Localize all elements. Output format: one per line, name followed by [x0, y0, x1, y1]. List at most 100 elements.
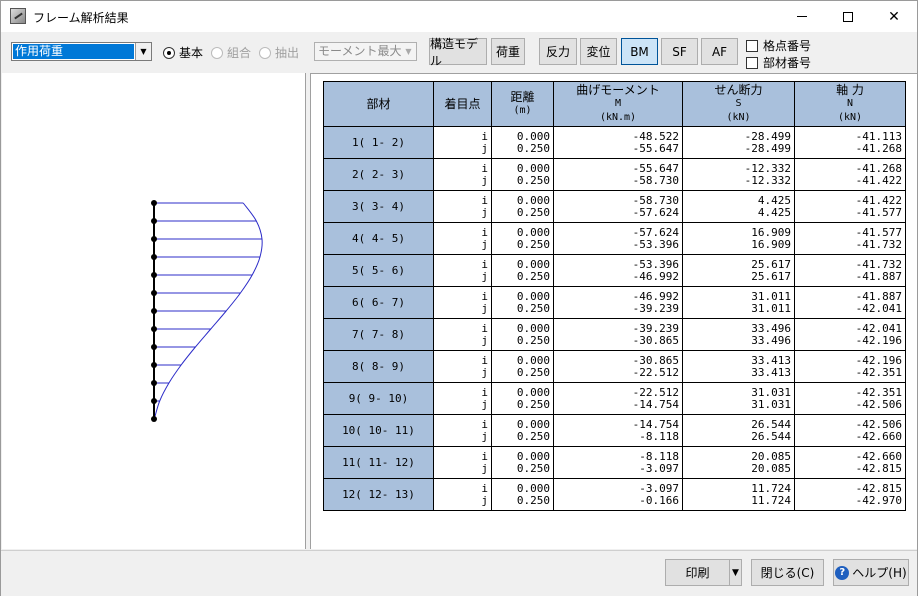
radio-combination-label: 組合 — [227, 46, 252, 60]
axial-cell: -42.815 -42.970 — [794, 478, 906, 511]
point-cell: i j — [433, 446, 492, 479]
frame-node — [151, 272, 157, 278]
maximize-button[interactable] — [825, 1, 871, 32]
moment-cell: -53.396 -46.992 — [553, 254, 683, 287]
window-title: フレーム解析結果 — [33, 11, 129, 25]
axial-cell: -41.113 -41.268 — [794, 126, 906, 159]
shear-cell: 33.413 33.413 — [682, 350, 795, 383]
chevron-down-icon[interactable]: ▼ — [135, 43, 151, 60]
help-label: ヘルプ(H) — [852, 566, 907, 580]
table-row: 5( 5- 6) i j 0.000 0.250 -53.396 -46.992 25.… — [323, 254, 906, 287]
structure-model-button[interactable]: 構造モデル — [429, 37, 487, 68]
bending-moment-diagram — [151, 200, 263, 422]
node-number-label: 格点番号 — [763, 39, 812, 53]
table-row: 12( 12- 13) i j 0.000 0.250 -3.097 -0.166 11… — [323, 478, 906, 511]
frame-result-window: フレーム解析結果 ✕ 作用荷重 ▼ 基本 組合 抽出 モーメント最大 ▼ 構造モ… — [0, 0, 918, 596]
table-row: 8( 8- 9) i j 0.000 0.250 -30.865 -22.512 33.… — [323, 350, 906, 383]
radio-combination[interactable]: 組合 — [211, 44, 251, 61]
frame-node — [151, 398, 157, 404]
print-dropdown-button[interactable]: ▼ — [729, 559, 742, 586]
frame-node — [151, 308, 157, 314]
frame-node — [151, 362, 157, 368]
radio-basic-label: 基本 — [179, 46, 204, 60]
node-number-checkbox[interactable]: 格点番号 — [746, 37, 811, 54]
axial-cell: -42.196 -42.351 — [794, 350, 906, 383]
diagram-pane — [2, 73, 305, 549]
frame-node — [151, 380, 157, 386]
member-cell: 10( 10- 11) — [323, 414, 434, 447]
header-distance: 距離 (m) — [491, 81, 554, 127]
member-cell: 11( 11- 12) — [323, 446, 434, 479]
close-window-button[interactable]: ✕ — [871, 1, 917, 32]
moment-cell: -3.097 -0.166 — [553, 478, 683, 511]
point-cell: i j — [433, 190, 492, 223]
load-case-select[interactable]: 作用荷重 ▼ — [11, 42, 152, 61]
radio-extract[interactable]: 抽出 — [259, 44, 299, 61]
results-body: 1( 1- 2) i j 0.000 0.250 -48.522 -55.647 -28… — [323, 126, 906, 511]
distance-cell: 0.000 0.250 — [491, 414, 554, 447]
radio-combination-dot — [211, 46, 223, 59]
radio-basic-dot — [163, 46, 175, 59]
shear-cell: 11.724 11.724 — [682, 478, 795, 511]
moment-cell: -58.730 -57.624 — [553, 190, 683, 223]
chevron-down-icon: ▼ — [732, 567, 739, 578]
extract-type-select[interactable]: モーメント最大 ▼ — [314, 42, 417, 61]
moment-cell: -55.647 -58.730 — [553, 158, 683, 191]
distance-cell: 0.000 0.250 — [491, 254, 554, 287]
header-moment: 曲げモーメント M (kN.m) — [553, 81, 683, 127]
moment-cell: -8.118 -3.097 — [553, 446, 683, 479]
point-cell: i j — [433, 350, 492, 383]
minimize-button[interactable] — [779, 1, 825, 32]
sf-button[interactable]: SF — [661, 38, 698, 65]
point-cell: i j — [433, 158, 492, 191]
close-icon: ✕ — [888, 8, 900, 25]
table-row: 2( 2- 3) i j 0.000 0.250 -55.647 -58.730 -12… — [323, 158, 906, 191]
results-table: 部材 着目点 距離 (m) 曲げモーメント M (kN.m) せん断力 S (kN) 軸 … — [323, 81, 906, 511]
shear-cell: -12.332 -12.332 — [682, 158, 795, 191]
displacement-button[interactable]: 変位 — [580, 38, 617, 65]
moment-cell: -22.512 -14.754 — [553, 382, 683, 415]
shear-cell: 26.544 26.544 — [682, 414, 795, 447]
moment-cell: -30.865 -22.512 — [553, 350, 683, 383]
point-cell: i j — [433, 414, 492, 447]
shear-cell: 31.031 31.031 — [682, 382, 795, 415]
axial-cell: -41.887 -42.041 — [794, 286, 906, 319]
frame-node — [151, 200, 157, 206]
bm-button[interactable]: BM — [621, 38, 658, 65]
radio-extract-dot — [259, 46, 271, 59]
member-cell: 12( 12- 13) — [323, 478, 434, 511]
axial-cell: -42.506 -42.660 — [794, 414, 906, 447]
axial-cell: -41.422 -41.577 — [794, 190, 906, 223]
distance-cell: 0.000 0.250 — [491, 382, 554, 415]
member-cell: 7( 7- 8) — [323, 318, 434, 351]
frame-node — [151, 344, 157, 350]
app-icon — [10, 8, 26, 24]
af-button[interactable]: AF — [701, 38, 738, 65]
header-point: 着目点 — [433, 81, 492, 127]
maximize-icon — [843, 11, 853, 22]
frame-node — [151, 236, 157, 242]
title-bar: フレーム解析結果 ✕ — [1, 1, 917, 32]
member-cell: 6( 6- 7) — [323, 286, 434, 319]
table-row: 11( 11- 12) i j 0.000 0.250 -8.118 -3.097 20… — [323, 446, 906, 479]
member-number-checkbox[interactable]: 部材番号 — [746, 54, 811, 71]
member-cell: 9( 9- 10) — [323, 382, 434, 415]
point-cell: i j — [433, 318, 492, 351]
help-button[interactable]: ? ヘルプ(H) — [833, 559, 909, 586]
radio-basic[interactable]: 基本 — [163, 44, 203, 61]
header-shear: せん断力 S (kN) — [682, 81, 795, 127]
moment-cell: -39.239 -30.865 — [553, 318, 683, 351]
distance-cell: 0.000 0.250 — [491, 446, 554, 479]
close-button[interactable]: 閉じる(C) — [751, 559, 824, 586]
print-button[interactable]: 印刷 — [665, 559, 730, 586]
member-cell: 8( 8- 9) — [323, 350, 434, 383]
table-row: 7( 7- 8) i j 0.000 0.250 -39.239 -30.865 33.… — [323, 318, 906, 351]
member-cell: 4( 4- 5) — [323, 222, 434, 255]
distance-cell: 0.000 0.250 — [491, 190, 554, 223]
reaction-button[interactable]: 反力 — [539, 38, 577, 65]
table-row: 4( 4- 5) i j 0.000 0.250 -57.624 -53.396 16.… — [323, 222, 906, 255]
member-cell: 3( 3- 4) — [323, 190, 434, 223]
axial-cell: -41.732 -41.887 — [794, 254, 906, 287]
member-number-box — [746, 56, 758, 69]
load-button[interactable]: 荷重 — [491, 38, 525, 65]
